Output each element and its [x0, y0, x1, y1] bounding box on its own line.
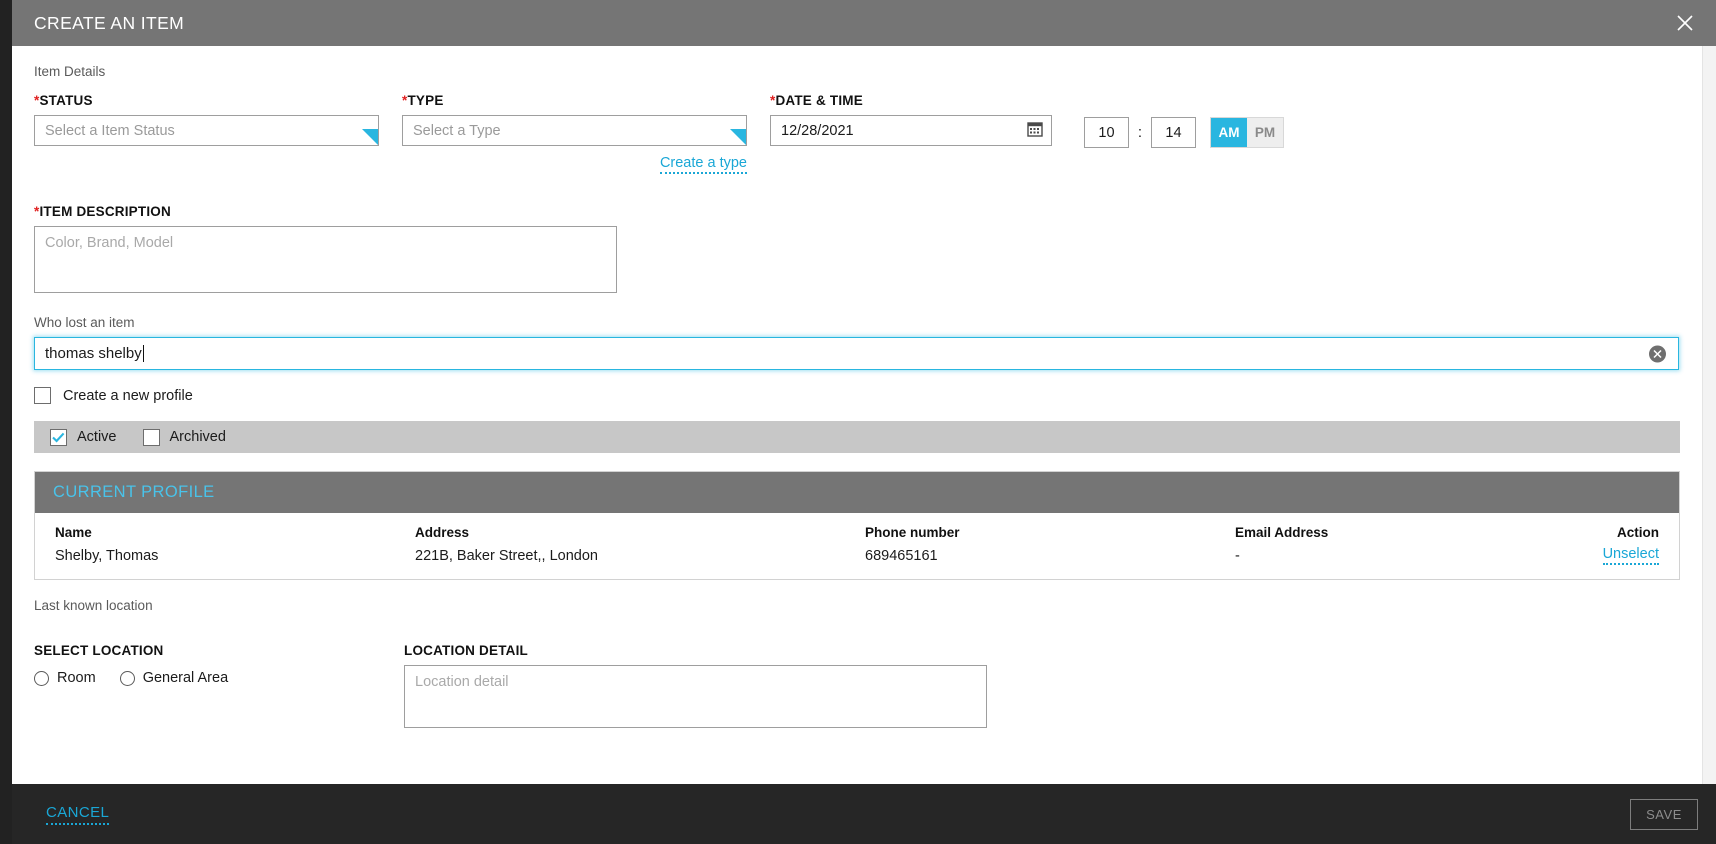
- clear-circle-icon[interactable]: [1649, 345, 1666, 362]
- current-profile-heading: CURRENT PROFILE: [35, 472, 1679, 513]
- time-group: 10 : 14 AM PM: [1084, 117, 1284, 148]
- select-location-block: SELECT LOCATION Room General Area: [34, 629, 382, 728]
- cancel-button[interactable]: CANCEL: [46, 804, 110, 825]
- chevron-corner-icon: [362, 129, 378, 145]
- datetime-label: *DATE & TIME: [770, 93, 1052, 108]
- location-detail-textarea[interactable]: [404, 665, 987, 728]
- column-header-email: Email Address: [1235, 525, 1329, 540]
- radio-general-area[interactable]: [119, 670, 135, 686]
- unselect-link[interactable]: Unselect: [1602, 546, 1659, 565]
- cell-name: Shelby, Thomas: [55, 547, 159, 564]
- type-label-text: TYPE: [407, 93, 444, 108]
- radio-room[interactable]: [34, 670, 49, 686]
- row-status-type-datetime: *STATUS Select a Item Status *TYPE Selec…: [34, 93, 1680, 148]
- meridiem-toggle: AM PM: [1210, 117, 1284, 148]
- current-profile-table: Name Address Phone number Email Address …: [35, 513, 1679, 579]
- profile-filter-bar: Active Archived: [34, 421, 1680, 453]
- modal-footer: CANCEL SAVE: [12, 784, 1716, 844]
- last-known-location-caption: Last known location: [34, 598, 153, 613]
- active-checkbox[interactable]: [50, 428, 67, 446]
- save-button[interactable]: SAVE: [1630, 798, 1698, 830]
- create-type-link[interactable]: Create a type: [659, 155, 747, 174]
- create-profile-row: Create a new profile: [34, 387, 1680, 404]
- status-placeholder: Select a Item Status: [45, 122, 175, 139]
- chevron-corner-icon: [730, 129, 746, 145]
- item-details-caption: Item Details: [34, 64, 106, 79]
- column-header-name: Name: [55, 525, 92, 540]
- close-icon[interactable]: [1670, 8, 1700, 38]
- who-lost-value: thomas shelby: [45, 345, 142, 362]
- current-profile-panel: CURRENT PROFILE Name Address Phone numbe…: [34, 471, 1680, 580]
- minute-input[interactable]: 14: [1151, 117, 1196, 148]
- column-header-action: Action: [1617, 525, 1659, 540]
- app-root: CREATE AN ITEM Item Details *STATUS Sele…: [0, 0, 1716, 844]
- field-datetime: *DATE & TIME 12/28/2021: [770, 93, 1052, 146]
- modal-titlebar: CREATE AN ITEM: [12, 0, 1716, 46]
- cell-action: Unselect: [1595, 540, 1679, 579]
- modal-body: Item Details *STATUS Select a Item Statu…: [12, 46, 1702, 784]
- cell-email: -: [1235, 547, 1240, 564]
- page-title: CREATE AN ITEM: [34, 12, 185, 33]
- type-select[interactable]: Select a Type: [402, 115, 747, 146]
- date-value: 12/28/2021: [781, 122, 854, 139]
- archived-checkbox[interactable]: [142, 428, 160, 446]
- who-lost-label: Who lost an item: [34, 315, 135, 330]
- item-description-textarea[interactable]: [34, 226, 617, 293]
- field-status: *STATUS Select a Item Status: [34, 93, 379, 146]
- active-label: Active: [77, 429, 117, 445]
- location-row: SELECT LOCATION Room General Area LOCATI…: [34, 629, 1680, 728]
- status-select[interactable]: Select a Item Status: [34, 115, 379, 146]
- table-header-row: Name Address Phone number Email Address …: [35, 513, 1679, 540]
- create-type-link-wrap: Create a type: [402, 154, 747, 174]
- location-detail-block: LOCATION DETAIL: [404, 629, 987, 728]
- hour-input[interactable]: 10: [1084, 117, 1129, 148]
- datetime-label-text: DATE & TIME: [775, 93, 863, 108]
- location-radio-group: Room General Area: [34, 670, 382, 686]
- status-label-text: STATUS: [39, 93, 93, 108]
- radio-general-area-label: General Area: [142, 670, 229, 686]
- type-placeholder: Select a Type: [413, 122, 501, 139]
- calendar-icon[interactable]: [1027, 121, 1043, 141]
- column-header-address: Address: [415, 525, 470, 540]
- am-button[interactable]: AM: [1211, 118, 1247, 147]
- cell-address: 221B, Baker Street,, London: [415, 547, 598, 564]
- item-description-label-text: ITEM DESCRIPTION: [39, 204, 171, 219]
- item-description-label: *ITEM DESCRIPTION: [34, 204, 1680, 219]
- cell-phone: 689465161: [865, 547, 938, 564]
- time-separator: :: [1137, 124, 1143, 141]
- status-label: *STATUS: [34, 93, 379, 108]
- create-profile-label: Create a new profile: [63, 387, 193, 404]
- location-detail-label: LOCATION DETAIL: [404, 643, 528, 658]
- table-row: Shelby, Thomas 221B, Baker Street,, Lond…: [35, 540, 1679, 579]
- vertical-scrollbar[interactable]: [1702, 46, 1716, 784]
- archived-label: Archived: [169, 429, 226, 445]
- field-item-description: *ITEM DESCRIPTION: [34, 204, 1680, 293]
- field-type: *TYPE Select a Type: [402, 93, 747, 146]
- who-lost-input[interactable]: thomas shelby: [34, 337, 1679, 370]
- column-header-phone: Phone number: [865, 525, 960, 540]
- type-label: *TYPE: [402, 93, 747, 108]
- create-item-modal: CREATE AN ITEM Item Details *STATUS Sele…: [12, 0, 1716, 844]
- radio-room-label: Room: [57, 670, 96, 686]
- modal-body-wrap: Item Details *STATUS Select a Item Statu…: [12, 46, 1716, 784]
- date-input[interactable]: 12/28/2021: [770, 115, 1052, 146]
- text-caret: [142, 345, 144, 362]
- create-profile-checkbox[interactable]: [34, 387, 51, 404]
- select-location-label: SELECT LOCATION: [34, 643, 164, 658]
- pm-button[interactable]: PM: [1247, 118, 1283, 147]
